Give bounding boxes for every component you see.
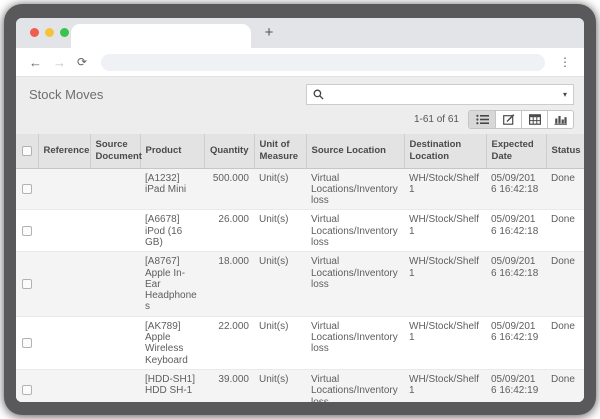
page-title: Stock Moves xyxy=(29,87,103,102)
search-input[interactable] xyxy=(329,87,558,102)
cell-source-location: Virtual Locations/Inventory loss xyxy=(306,316,404,369)
row-checkbox[interactable] xyxy=(22,385,32,395)
list-view-icon xyxy=(476,114,489,125)
cell-status: Done xyxy=(546,369,584,402)
cell-reference xyxy=(38,252,90,316)
cell-destination-location: WH/Stock/Shelf 1 xyxy=(404,210,486,252)
cell-status: Done xyxy=(546,210,584,252)
form-view-button[interactable] xyxy=(495,111,521,128)
address-bar[interactable] xyxy=(101,54,545,71)
cell-source-document xyxy=(90,316,140,369)
graph-view-icon xyxy=(554,114,567,125)
cell-destination-location: WH/Stock/Shelf 1 xyxy=(404,369,486,402)
cell-source-location: Virtual Locations/Inventory loss xyxy=(306,210,404,252)
view-switcher xyxy=(468,110,574,129)
column-header-unit-of-measure[interactable]: Unit of Measure xyxy=(254,134,306,168)
column-header-status[interactable]: Status xyxy=(546,134,584,168)
cell-reference xyxy=(38,168,90,210)
cell-expected-date: 05/09/2016 16:42:18 xyxy=(486,168,546,210)
cell-source-location: Virtual Locations/Inventory loss xyxy=(306,369,404,402)
browser-mockup-frame: + ← → ⟳ ⋮ Stock Moves ▾ xyxy=(4,4,596,415)
close-window-button[interactable] xyxy=(30,28,39,37)
select-all-checkbox[interactable] xyxy=(22,146,32,156)
grid-view-icon xyxy=(529,114,541,125)
column-header-quantity[interactable]: Quantity xyxy=(204,134,254,168)
table-row[interactable]: [A1232] iPad Mini 500.000 Unit(s) Virtua… xyxy=(16,168,584,210)
browser-toolbar: ← → ⟳ ⋮ xyxy=(16,48,584,76)
column-header-destination-location[interactable]: Destination Location xyxy=(404,134,486,168)
cell-quantity: 39.000 xyxy=(204,369,254,402)
search-box[interactable]: ▾ xyxy=(306,84,574,105)
cell-uom: Unit(s) xyxy=(254,252,306,316)
table-row[interactable]: [A8767] Apple In-Ear Headphones 18.000 U… xyxy=(16,252,584,316)
control-panel: Stock Moves ▾ 1-61 of 61 xyxy=(16,76,584,134)
table-row[interactable]: [HDD-SH1] HDD SH-1 39.000 Unit(s) Virtua… xyxy=(16,369,584,402)
pager-text: 1-61 of 61 xyxy=(414,114,459,125)
back-icon[interactable]: ← xyxy=(29,56,42,69)
cell-quantity: 26.000 xyxy=(204,210,254,252)
traffic-lights xyxy=(30,28,69,37)
browser-menu-icon[interactable]: ⋮ xyxy=(559,55,571,69)
cell-uom: Unit(s) xyxy=(254,316,306,369)
search-filter-caret-icon[interactable]: ▾ xyxy=(563,90,567,99)
stock-moves-table: Reference Source Document Product Quanti… xyxy=(16,134,584,402)
cell-quantity: 18.000 xyxy=(204,252,254,316)
list-view-button[interactable] xyxy=(469,111,495,128)
cell-quantity: 500.000 xyxy=(204,168,254,210)
column-header-expected-date[interactable]: Expected Date xyxy=(486,134,546,168)
maximize-window-button[interactable] xyxy=(60,28,69,37)
row-checkbox[interactable] xyxy=(22,226,32,236)
cell-status: Done xyxy=(546,316,584,369)
row-checkbox[interactable] xyxy=(22,279,32,289)
cell-source-document xyxy=(90,168,140,210)
row-checkbox[interactable] xyxy=(22,184,32,194)
cell-product: [A1232] iPad Mini xyxy=(140,168,204,210)
stock-moves-table-container: Reference Source Document Product Quanti… xyxy=(16,134,584,402)
cell-product: [A8767] Apple In-Ear Headphones xyxy=(140,252,204,316)
cell-uom: Unit(s) xyxy=(254,210,306,252)
row-checkbox[interactable] xyxy=(22,338,32,348)
browser-tab[interactable] xyxy=(71,24,251,48)
table-header-row: Reference Source Document Product Quanti… xyxy=(16,134,584,168)
cell-destination-location: WH/Stock/Shelf 1 xyxy=(404,316,486,369)
column-header-source-document[interactable]: Source Document xyxy=(90,134,140,168)
search-icon xyxy=(313,89,324,100)
cell-expected-date: 05/09/2016 16:42:18 xyxy=(486,252,546,316)
cell-source-document xyxy=(90,369,140,402)
cell-expected-date: 05/09/2016 16:42:19 xyxy=(486,369,546,402)
cell-status: Done xyxy=(546,168,584,210)
form-view-icon xyxy=(503,114,515,125)
forward-icon: → xyxy=(53,56,66,69)
cell-product: [A6678] iPod (16 GB) xyxy=(140,210,204,252)
browser-window: + ← → ⟳ ⋮ Stock Moves ▾ xyxy=(16,18,584,402)
graph-view-button[interactable] xyxy=(547,111,573,128)
cell-source-location: Virtual Locations/Inventory loss xyxy=(306,252,404,316)
cell-source-location: Virtual Locations/Inventory loss xyxy=(306,168,404,210)
cell-product: [AK789] Apple Wireless Keyboard xyxy=(140,316,204,369)
cell-product: [HDD-SH1] HDD SH-1 xyxy=(140,369,204,402)
column-header-product[interactable]: Product xyxy=(140,134,204,168)
cell-quantity: 22.000 xyxy=(204,316,254,369)
table-row[interactable]: [AK789] Apple Wireless Keyboard 22.000 U… xyxy=(16,316,584,369)
table-row[interactable]: [A6678] iPod (16 GB) 26.000 Unit(s) Virt… xyxy=(16,210,584,252)
cell-reference xyxy=(38,210,90,252)
reload-icon[interactable]: ⟳ xyxy=(77,56,87,68)
cell-reference xyxy=(38,316,90,369)
minimize-window-button[interactable] xyxy=(45,28,54,37)
cell-uom: Unit(s) xyxy=(254,369,306,402)
tab-strip: + xyxy=(16,18,584,48)
cell-expected-date: 05/09/2016 16:42:18 xyxy=(486,210,546,252)
grid-view-button[interactable] xyxy=(521,111,547,128)
cell-expected-date: 05/09/2016 16:42:19 xyxy=(486,316,546,369)
cell-uom: Unit(s) xyxy=(254,168,306,210)
cell-reference xyxy=(38,369,90,402)
cell-destination-location: WH/Stock/Shelf 1 xyxy=(404,252,486,316)
new-tab-button[interactable]: + xyxy=(259,23,279,43)
column-header-reference[interactable]: Reference xyxy=(38,134,90,168)
cell-status: Done xyxy=(546,252,584,316)
cell-source-document xyxy=(90,252,140,316)
column-header-source-location[interactable]: Source Location xyxy=(306,134,404,168)
cell-source-document xyxy=(90,210,140,252)
cell-destination-location: WH/Stock/Shelf 1 xyxy=(404,168,486,210)
